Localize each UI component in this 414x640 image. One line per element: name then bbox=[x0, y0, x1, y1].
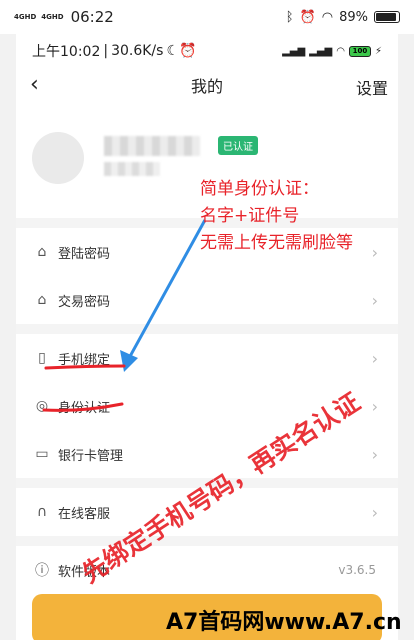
annotation-arrow bbox=[126, 219, 207, 361]
underline-identity bbox=[42, 402, 124, 412]
arrow-head-icon bbox=[120, 350, 138, 372]
site-watermark: A7首码网www.A7.cn bbox=[166, 610, 402, 635]
annotation-line-1: 简单身份认证： bbox=[200, 179, 319, 199]
underline-phone bbox=[44, 364, 126, 370]
annotation-line-2: 名字+证件号 bbox=[200, 206, 300, 226]
annotation-overlay bbox=[42, 219, 207, 412]
annotation-line-3: 无需上传无需刷脸等 bbox=[200, 233, 353, 253]
